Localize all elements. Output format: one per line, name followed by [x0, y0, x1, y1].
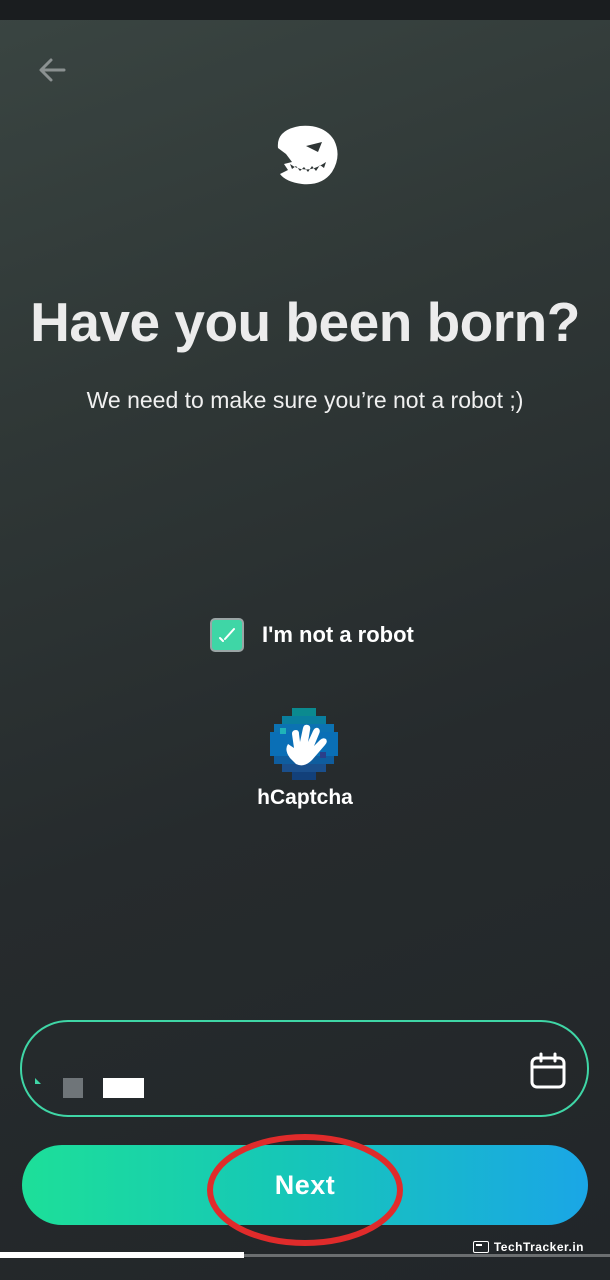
watermark: TechTracker.in	[472, 1239, 584, 1255]
back-button[interactable]	[30, 48, 74, 92]
next-button-label: Next	[274, 1169, 336, 1200]
watermark-icon	[472, 1241, 489, 1253]
calendar-icon[interactable]	[529, 1052, 567, 1090]
date-value-segment	[63, 1078, 83, 1098]
date-value-segment	[103, 1078, 144, 1098]
watermark-text: TechTracker.in	[493, 1240, 584, 1254]
progress-bar-filled	[0, 1252, 244, 1258]
hcaptcha-label: hCaptcha	[257, 786, 353, 809]
birthdate-input[interactable]	[20, 1020, 589, 1117]
next-button[interactable]: Next	[22, 1145, 588, 1225]
page-title: Have you been born?	[30, 291, 580, 353]
ghost-logo-icon	[277, 125, 338, 185]
arrow-left-icon	[39, 58, 66, 82]
status-bar	[0, 0, 610, 20]
not-robot-checkbox[interactable]	[210, 618, 244, 652]
not-robot-label: I'm not a robot	[262, 622, 414, 647]
page-subtitle: We need to make sure you’re not a robot …	[86, 387, 524, 413]
input-corner-marker	[35, 1078, 41, 1084]
check-icon	[219, 628, 235, 642]
signup-screen: Have you been born? We need to make sure…	[0, 0, 610, 1280]
hcaptcha-hand-icon	[270, 708, 338, 780]
captcha-row: I'm not a robot	[210, 617, 414, 653]
